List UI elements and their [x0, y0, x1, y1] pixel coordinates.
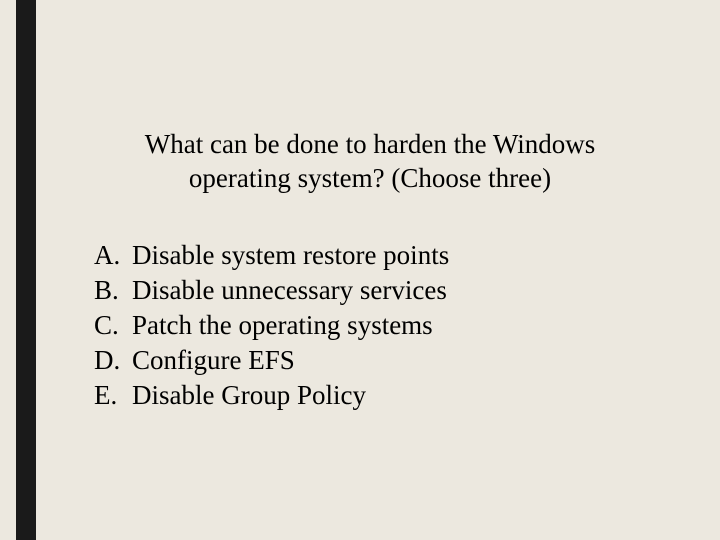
option-d: D. Configure EFS — [94, 343, 449, 378]
option-text: Disable Group Policy — [132, 378, 449, 413]
option-label: E. — [94, 378, 132, 413]
option-b: B. Disable unnecessary services — [94, 273, 449, 308]
question-text: What can be done to harden the Windows o… — [100, 128, 640, 196]
slide: What can be done to harden the Windows o… — [0, 0, 720, 540]
option-text: Disable system restore points — [132, 238, 449, 273]
options-list: A. Disable system restore points B. Disa… — [94, 238, 449, 413]
option-label: D. — [94, 343, 132, 378]
option-text: Configure EFS — [132, 343, 449, 378]
option-e: E. Disable Group Policy — [94, 378, 449, 413]
option-text: Disable unnecessary services — [132, 273, 449, 308]
accent-bar — [16, 0, 36, 540]
option-c: C. Patch the operating systems — [94, 308, 449, 343]
option-label: A. — [94, 238, 132, 273]
option-label: B. — [94, 273, 132, 308]
option-a: A. Disable system restore points — [94, 238, 449, 273]
option-label: C. — [94, 308, 132, 343]
option-text: Patch the operating systems — [132, 308, 449, 343]
